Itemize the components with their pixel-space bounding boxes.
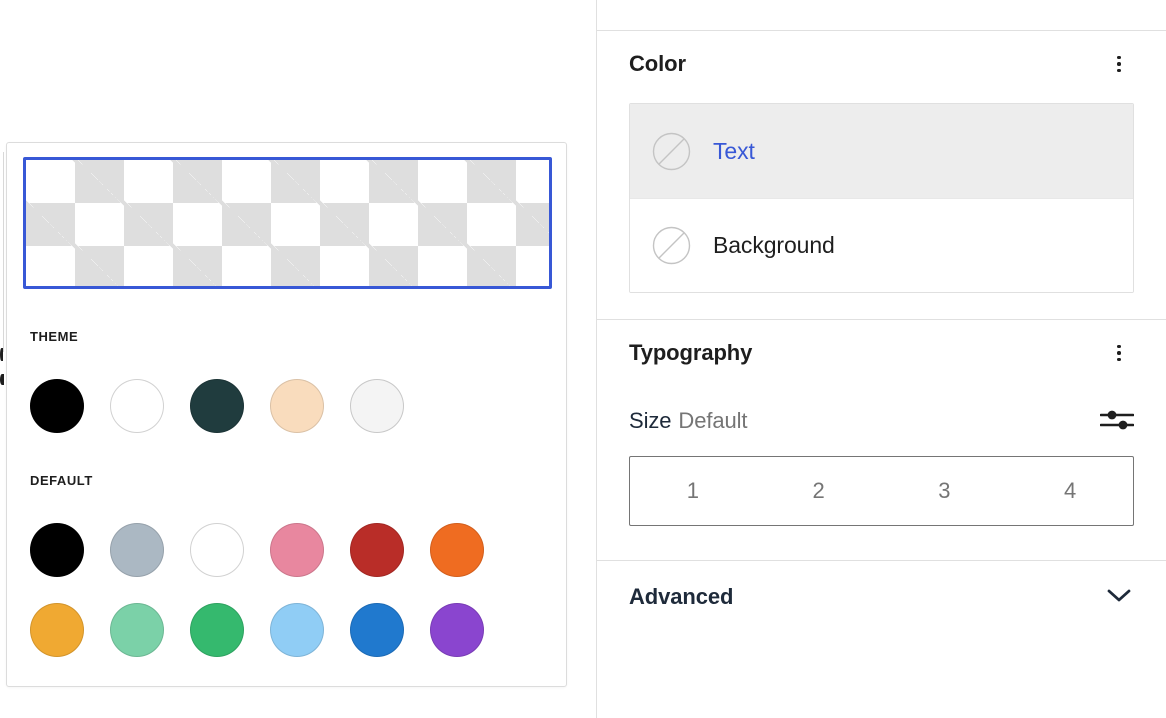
color-panel-title: Color bbox=[629, 51, 686, 76]
font-size-line: Size Default bbox=[629, 400, 1135, 442]
theme-swatch-dark-teal[interactable] bbox=[190, 379, 244, 433]
theme-swatch-off-white[interactable] bbox=[350, 379, 404, 433]
typography-bottom-spacer bbox=[629, 526, 1134, 560]
theme-swatch-peach[interactable] bbox=[270, 379, 324, 433]
color-row-background[interactable]: Background bbox=[630, 198, 1133, 292]
default-swatch-vivid-amber[interactable] bbox=[30, 603, 84, 657]
default-swatch-vivid-green-cyan[interactable] bbox=[190, 603, 244, 657]
font-size-label: Size bbox=[629, 408, 672, 433]
typography-panel-kebab-menu-icon[interactable] bbox=[1104, 338, 1134, 368]
color-picker-popover: THEME DEFAULT bbox=[6, 142, 567, 687]
font-size-preset-2[interactable]: 2 bbox=[756, 457, 882, 525]
default-swatch-light-green-cyan[interactable] bbox=[110, 603, 164, 657]
kebab-dot bbox=[1117, 68, 1121, 73]
font-size-preset-group: 1 2 3 4 bbox=[629, 456, 1134, 526]
no-color-icon bbox=[652, 226, 691, 265]
theme-swatch-black[interactable] bbox=[30, 379, 84, 433]
font-size-label-group: Size Default bbox=[629, 408, 748, 434]
default-swatch-row-2 bbox=[30, 603, 484, 657]
no-color-icon bbox=[652, 132, 691, 171]
default-swatch-vivid-red[interactable] bbox=[350, 523, 404, 577]
font-size-settings-sliders-icon[interactable] bbox=[1099, 407, 1135, 436]
color-panel: Color Text Background bbox=[597, 31, 1166, 293]
color-panel-header: Color bbox=[629, 31, 1134, 97]
default-swatch-pale-cyan-blue[interactable] bbox=[270, 603, 324, 657]
default-swatch-row-1 bbox=[30, 523, 484, 577]
kebab-dot bbox=[1117, 357, 1121, 362]
typography-panel: Typography Size Default 1 2 3 4 bbox=[597, 320, 1166, 560]
color-row-background-label: Background bbox=[713, 232, 835, 258]
default-swatch-vivid-orange[interactable] bbox=[430, 523, 484, 577]
color-row-text-label: Text bbox=[713, 137, 755, 164]
color-options-list: Text Background bbox=[629, 103, 1134, 293]
left-edge-glyph-2 bbox=[0, 374, 4, 385]
default-swatch-black[interactable] bbox=[30, 523, 84, 577]
sidebar-top-gap bbox=[597, 0, 1166, 30]
typography-panel-header: Typography bbox=[629, 320, 1134, 386]
left-edge-glyph-1 bbox=[0, 348, 3, 361]
typography-panel-title: Typography bbox=[629, 340, 753, 365]
default-swatch-vivid-cyan-blue[interactable] bbox=[350, 603, 404, 657]
default-swatch-vivid-purple[interactable] bbox=[430, 603, 484, 657]
settings-sidebar: Color Text Background Typography Size De… bbox=[596, 0, 1166, 718]
chevron-down-icon bbox=[1104, 585, 1134, 610]
kebab-dot bbox=[1117, 62, 1121, 66]
theme-swatch-row bbox=[30, 379, 404, 433]
advanced-panel-title: Advanced bbox=[629, 584, 734, 609]
font-size-preset-4[interactable]: 4 bbox=[1007, 457, 1133, 525]
advanced-panel-toggle[interactable]: Advanced bbox=[597, 561, 1166, 633]
kebab-dot bbox=[1117, 351, 1121, 355]
default-palette-label: DEFAULT bbox=[30, 473, 93, 488]
default-swatch-cyan-bluish-gray[interactable] bbox=[110, 523, 164, 577]
default-swatch-white[interactable] bbox=[190, 523, 244, 577]
font-size-preset-3[interactable]: 3 bbox=[882, 457, 1008, 525]
color-panel-kebab-menu-icon[interactable] bbox=[1104, 49, 1134, 79]
left-edge-rule bbox=[3, 152, 4, 352]
font-size-value: Default bbox=[678, 408, 748, 433]
kebab-dot bbox=[1117, 55, 1121, 60]
default-swatch-pale-pink[interactable] bbox=[270, 523, 324, 577]
theme-swatch-white[interactable] bbox=[110, 379, 164, 433]
font-size-preset-1[interactable]: 1 bbox=[630, 457, 756, 525]
app-root: THEME DEFAULT Color Text Background Typo… bbox=[0, 0, 1166, 718]
color-row-text[interactable]: Text bbox=[630, 104, 1133, 198]
theme-palette-label: THEME bbox=[30, 329, 79, 344]
transparent-color-preview[interactable] bbox=[23, 157, 552, 289]
kebab-dot bbox=[1117, 344, 1121, 349]
